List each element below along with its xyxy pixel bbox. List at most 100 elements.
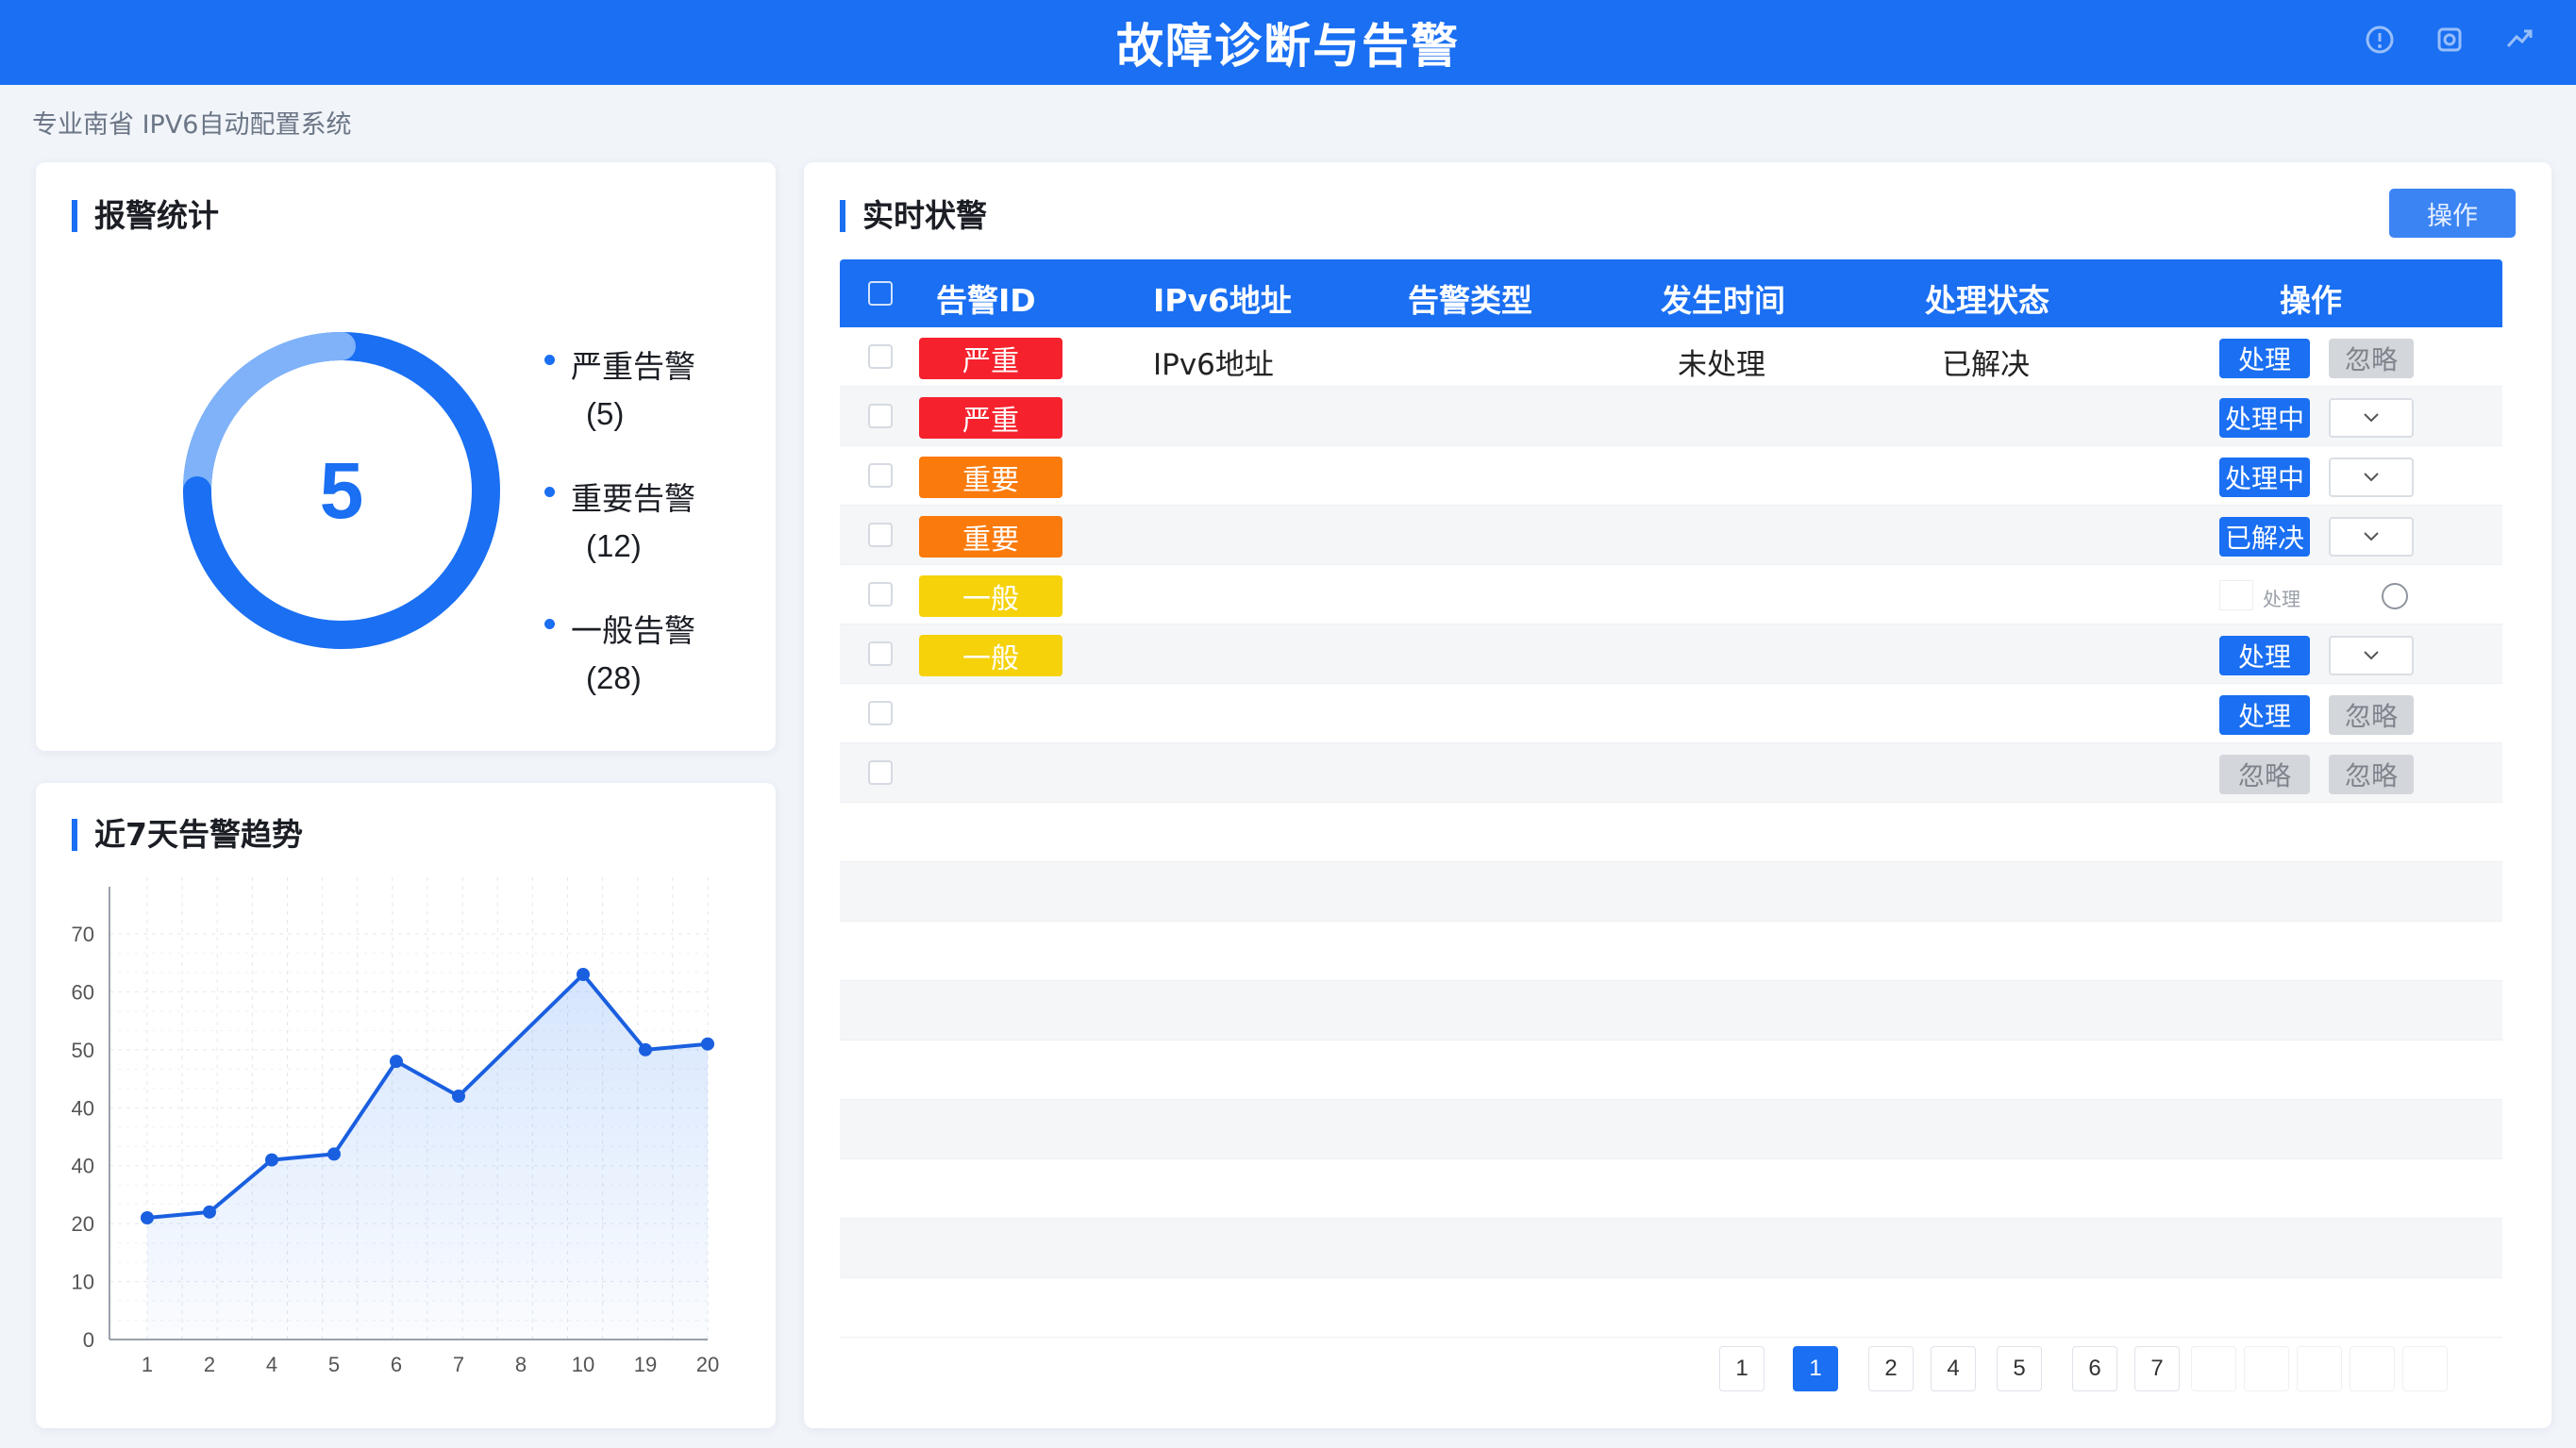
x-tick-label: 5 <box>328 1353 340 1376</box>
x-tick-label: 4 <box>266 1353 277 1376</box>
process-checkbox[interactable] <box>2219 580 2253 610</box>
page-title: 故障诊断与告警 <box>1116 19 1460 74</box>
table-row <box>840 1159 2502 1219</box>
row-checkbox[interactable] <box>868 404 893 428</box>
chevron-down-icon <box>2364 651 2379 660</box>
table-body: 严重 IPv6地址 未处理 已解决 处理 忽略 严重 处理中 重要 处理中 重要 已解决 一般 处理 一般处… <box>840 327 2502 1338</box>
page-button[interactable]: 2 <box>1868 1346 1914 1391</box>
page-button[interactable]: 1 <box>1793 1346 1838 1391</box>
app-header: 故障诊断与告警 <box>0 0 2576 85</box>
row-checkbox[interactable] <box>868 641 893 666</box>
process-button[interactable]: 已解决 <box>2219 517 2310 557</box>
page-placeholder <box>2191 1346 2236 1391</box>
x-tick-label: 19 <box>634 1353 657 1376</box>
action-dropdown[interactable] <box>2329 517 2414 557</box>
row-checkbox[interactable] <box>868 463 893 488</box>
table-row: 严重 处理中 <box>840 387 2502 446</box>
y-tick-label: 60 <box>72 980 94 1004</box>
ignore-button[interactable]: 忽略 <box>2219 755 2310 794</box>
process-button[interactable]: 处理中 <box>2219 458 2310 497</box>
page-button[interactable]: 7 <box>2134 1346 2180 1391</box>
page-button[interactable]: 6 <box>2072 1346 2117 1391</box>
table-row <box>840 981 2502 1040</box>
legend-dot-icon <box>544 619 555 629</box>
action-dropdown[interactable] <box>2329 398 2414 438</box>
legend-label: 重要告警 <box>571 480 695 517</box>
table-row <box>840 1278 2502 1338</box>
table-row: 重要 处理中 <box>840 446 2502 506</box>
time-cell: 未处理 <box>1678 348 1765 382</box>
process-label: 处理 <box>2263 588 2300 610</box>
action-dropdown[interactable] <box>2329 458 2414 497</box>
select-all-checkbox[interactable] <box>868 281 893 306</box>
share-icon[interactable] <box>2501 21 2538 58</box>
col-alert-id[interactable]: 告警ID <box>936 275 1036 321</box>
ignore-button[interactable]: 忽略 <box>2329 755 2414 794</box>
data-point <box>265 1153 278 1167</box>
operation-button[interactable]: 操作 <box>2389 189 2516 238</box>
process-button[interactable]: 处理 <box>2219 636 2310 675</box>
y-tick-label: 0 <box>83 1328 94 1352</box>
page-placeholder <box>2402 1346 2448 1391</box>
process-button[interactable]: 处理 <box>2219 695 2310 735</box>
header-icon-group <box>2361 21 2538 58</box>
y-tick-label: 70 <box>72 923 94 946</box>
chevron-down-icon <box>2364 532 2379 541</box>
ignore-button[interactable]: 忽略 <box>2329 339 2414 378</box>
severity-badge: 严重 <box>919 338 1062 379</box>
settings-icon[interactable] <box>2431 21 2468 58</box>
legend-count: (5) <box>586 396 625 431</box>
data-point <box>577 968 590 981</box>
page-button[interactable]: 5 <box>1997 1346 2042 1391</box>
col-actions: 操作 <box>2280 282 2342 319</box>
process-button[interactable]: 处理中 <box>2219 398 2310 438</box>
col-status[interactable]: 处理状态 <box>1925 275 2049 321</box>
y-tick-label: 40 <box>72 1096 94 1120</box>
table-row <box>840 922 2502 981</box>
data-point <box>452 1090 465 1103</box>
x-tick-label: 7 <box>453 1353 464 1376</box>
row-checkbox[interactable] <box>868 701 893 725</box>
col-alert-type[interactable]: 告警类型 <box>1408 275 1532 321</box>
table-row: 重要 已解决 <box>840 506 2502 565</box>
page-placeholder <box>2244 1346 2289 1391</box>
y-tick-label: 40 <box>72 1155 94 1178</box>
ignore-button[interactable]: 忽略 <box>2329 695 2414 735</box>
col-time[interactable]: 发生时间 <box>1661 275 1785 321</box>
action-dropdown[interactable] <box>2329 636 2414 675</box>
legend-label: 一般告警 <box>571 612 695 649</box>
data-point <box>390 1055 403 1069</box>
alarm-stats-title: 报警统计 <box>72 200 219 232</box>
x-tick-label: 10 <box>572 1353 594 1376</box>
info-icon[interactable] <box>2361 21 2399 58</box>
alarm-donut-chart: 5 <box>176 325 508 657</box>
page-placeholder <box>2350 1346 2395 1391</box>
realtime-alerts-title: 实时状警 <box>840 200 987 232</box>
legend-count: (28) <box>586 660 642 695</box>
legend-item-major: 重要告警 (12) <box>541 474 695 564</box>
ignore-radio[interactable] <box>2382 583 2408 609</box>
col-ipv6[interactable]: IPv6地址 <box>1153 275 1292 321</box>
data-point <box>701 1037 714 1051</box>
alarm-total: 5 <box>319 445 364 535</box>
page-button[interactable]: 1 <box>1719 1346 1765 1391</box>
x-tick-label: 1 <box>142 1353 153 1376</box>
system-subtitle: 专业南省 IPV6自动配置系统 <box>32 110 352 140</box>
page-button[interactable]: 4 <box>1931 1346 1976 1391</box>
page-placeholder <box>2297 1346 2342 1391</box>
severity-badge: 严重 <box>919 397 1062 439</box>
process-button[interactable]: 处理 <box>2219 339 2310 378</box>
status-cell: 已解决 <box>1942 348 2030 382</box>
chevron-down-icon <box>2364 473 2379 482</box>
table-header: 告警ID IPv6地址 告警类型 发生时间 处理状态 操作 <box>840 259 2502 327</box>
severity-badge: 重要 <box>919 516 1062 558</box>
row-checkbox[interactable] <box>868 760 893 785</box>
row-checkbox[interactable] <box>868 344 893 369</box>
series-area <box>147 974 708 1340</box>
row-checkbox[interactable] <box>868 523 893 547</box>
table-row <box>840 803 2502 862</box>
trend-line-chart: 0 10 20 40 40 50 60 70 1 2 4 5 6 7 8 10 19 20 <box>72 877 719 1376</box>
y-tick-label: 10 <box>72 1271 94 1294</box>
x-tick-label: 8 <box>515 1353 527 1376</box>
row-checkbox[interactable] <box>868 582 893 607</box>
